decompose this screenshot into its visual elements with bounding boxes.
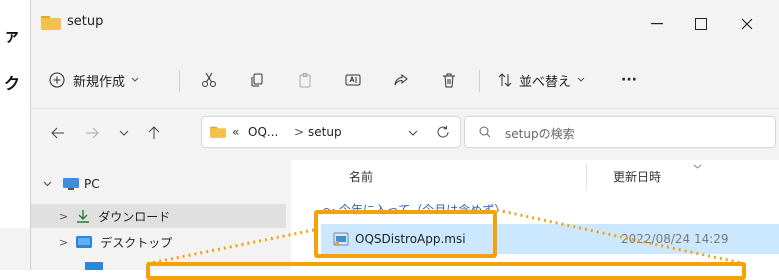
highlight-box-file	[314, 210, 497, 258]
highlight-box-zoom	[146, 262, 746, 280]
